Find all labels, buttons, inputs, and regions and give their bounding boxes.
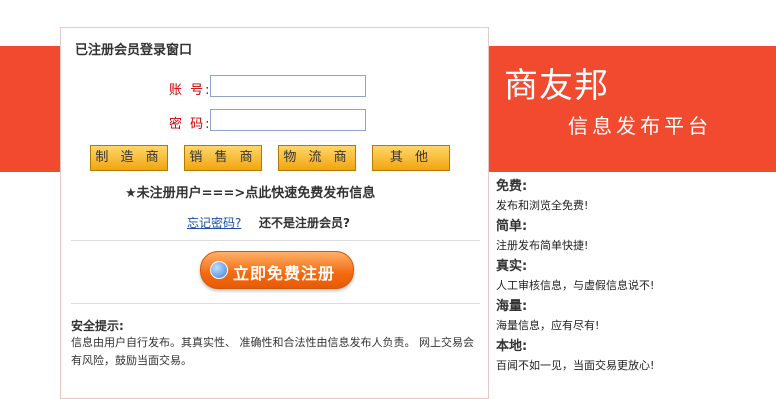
brand-title: 商友邦 — [504, 66, 609, 106]
category-button-label: 制 造 商 — [95, 150, 163, 165]
divider — [71, 240, 480, 241]
feature-desc-massive: 海量信息，应有尽有! — [496, 319, 600, 332]
feature-title-real: 真实: — [496, 259, 528, 274]
feature-title-free: 免费: — [496, 179, 528, 194]
feature-title-local: 本地: — [496, 339, 528, 354]
password-label: 密 码: — [169, 117, 212, 132]
register-button[interactable]: 立即免费注册 — [200, 251, 354, 289]
category-button-seller[interactable]: 销 售 商 — [184, 145, 262, 171]
category-button-label: 销 售 商 — [189, 150, 257, 165]
account-label: 账 号: — [169, 83, 212, 98]
login-panel: 已注册会员登录窗口 账 号: 密 码: 制 造 商 销 售 商 物 流 商 其 … — [60, 27, 489, 399]
safety-tip-text: 信息由用户自行发布。其真实性、 准确性和合法性由信息发布人负责。 网上交易会有风… — [71, 336, 474, 367]
category-button-logistics[interactable]: 物 流 商 — [278, 145, 356, 171]
forgot-password-link[interactable]: 忘记密码? — [187, 214, 241, 231]
feature-desc-local: 百闻不如一见，当面交易更放心! — [496, 359, 655, 372]
brand-subtitle: 信息发布平台 — [568, 114, 712, 138]
quick-publish-link[interactable]: ★未注册用户===>点此快速免费发布信息 — [125, 182, 375, 201]
feature-list: 免费: 发布和浏览全免费! 简单: 注册发布简单快捷! 真实: 人工审核信息，与… — [496, 178, 772, 378]
category-button-label: 物 流 商 — [283, 150, 351, 165]
password-input[interactable] — [210, 109, 366, 131]
category-button-other[interactable]: 其 他 — [372, 145, 450, 171]
category-button-label: 其 他 — [389, 150, 433, 165]
category-button-manufacturer[interactable]: 制 造 商 — [90, 145, 168, 171]
divider — [71, 303, 480, 304]
feature-desc-real: 人工审核信息，与虚假信息说不! — [496, 279, 655, 292]
feature-title-massive: 海量: — [496, 299, 528, 314]
login-panel-title: 已注册会员登录窗口 — [75, 43, 193, 58]
register-badge-icon — [210, 261, 228, 279]
not-member-text: 还不是注册会员? — [259, 216, 350, 230]
feature-desc-simple: 注册发布简单快捷! — [496, 239, 589, 252]
feature-title-simple: 简单: — [496, 219, 528, 234]
account-input[interactable] — [210, 75, 366, 97]
safety-tip-title: 安全提示: — [71, 319, 124, 333]
register-button-label: 立即免费注册 — [233, 264, 336, 283]
feature-desc-free: 发布和浏览全免费! — [496, 199, 589, 212]
